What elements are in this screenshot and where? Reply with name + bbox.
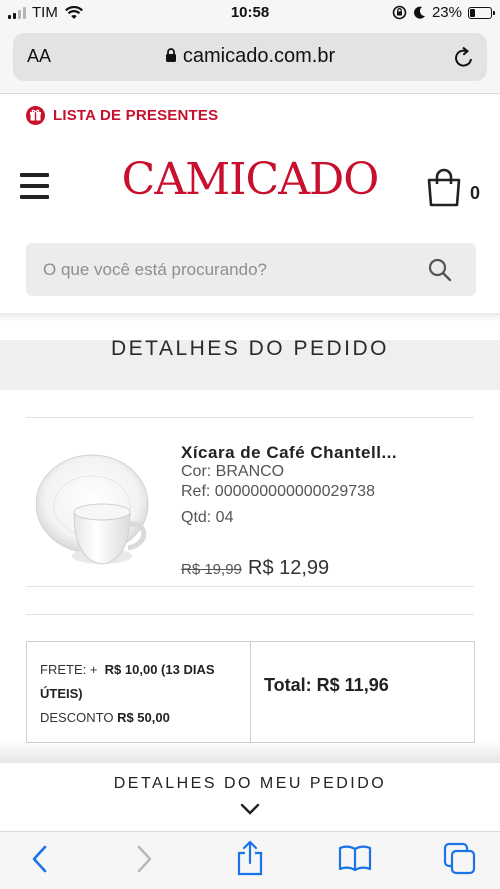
battery-percent: 23% [431,4,462,21]
gift-icon [26,106,45,125]
discount-label: DESCONTO [40,710,114,725]
summary-breakdown: FRETE: + R$ 10,00 (13 DIAS ÚTEIS) DESCON… [40,658,245,730]
search-icon[interactable] [428,258,452,282]
orientation-lock-icon [392,5,407,20]
summary-divider [250,642,251,742]
tabs-icon[interactable] [443,842,477,876]
current-price: R$ 12,99 [248,557,330,579]
bookmarks-icon[interactable] [338,844,372,872]
gift-list-label: LISTA DE PRESENTES [53,107,219,124]
divider [26,586,474,587]
product-image[interactable] [36,452,154,574]
status-icons: 23% [392,4,495,21]
product-quantity: Qtd: 04 [181,509,234,526]
shipping-label: FRETE: + [40,662,98,677]
back-icon[interactable] [30,844,50,874]
search-box [26,243,476,296]
status-bar: TIM 10:58 23% [0,0,500,28]
url-text: camicado.com.br [182,45,336,67]
browser-address-area: AA camicado.com.br [0,28,500,94]
drawer-shadow [0,740,500,764]
discount-value: R$ 50,00 [117,710,170,725]
reload-icon[interactable] [453,45,475,69]
order-details-title: DETALHES DO PEDIDO [111,337,389,360]
chevron-down-icon[interactable] [240,803,260,815]
shopping-bag-icon [427,168,461,207]
header-shadow [0,313,500,321]
moon-icon [413,6,425,19]
browser-toolbar [0,831,500,889]
discount-line: DESCONTO R$ 50,00 [40,706,245,730]
url-field[interactable]: camicado.com.br [13,45,487,68]
shipping-line: FRETE: + R$ 10,00 (13 DIAS ÚTEIS) [40,658,245,706]
divider [26,417,474,418]
order-summary: FRETE: + R$ 10,00 (13 DIAS ÚTEIS) DESCON… [26,641,475,743]
cart-count: 0 [470,183,481,203]
drawer-title: DETALHES DO MEU PEDIDO [113,775,387,792]
address-bar[interactable]: AA camicado.com.br [13,33,487,81]
forward-icon[interactable] [134,844,154,874]
old-price: R$ 19,99 [181,561,242,578]
lock-icon [165,48,176,62]
product-name[interactable]: Xícara de Café Chantell... [181,443,421,463]
cart-button[interactable]: 0 [426,168,480,208]
share-icon[interactable] [236,840,264,876]
order-total: Total: R$ 11,96 [264,675,389,695]
order-details-drawer[interactable]: DETALHES DO MEU PEDIDO [0,763,500,831]
product-color: Cor: BRANCO [181,463,285,480]
divider [26,614,474,615]
product-ref: Ref: 000000000000029738 [181,483,375,500]
camicado-logo[interactable]: CAMICADO [0,154,500,205]
gift-list-link[interactable]: LISTA DE PRESENTES [26,106,218,125]
battery-icon [468,6,495,19]
search-input[interactable] [26,243,426,296]
